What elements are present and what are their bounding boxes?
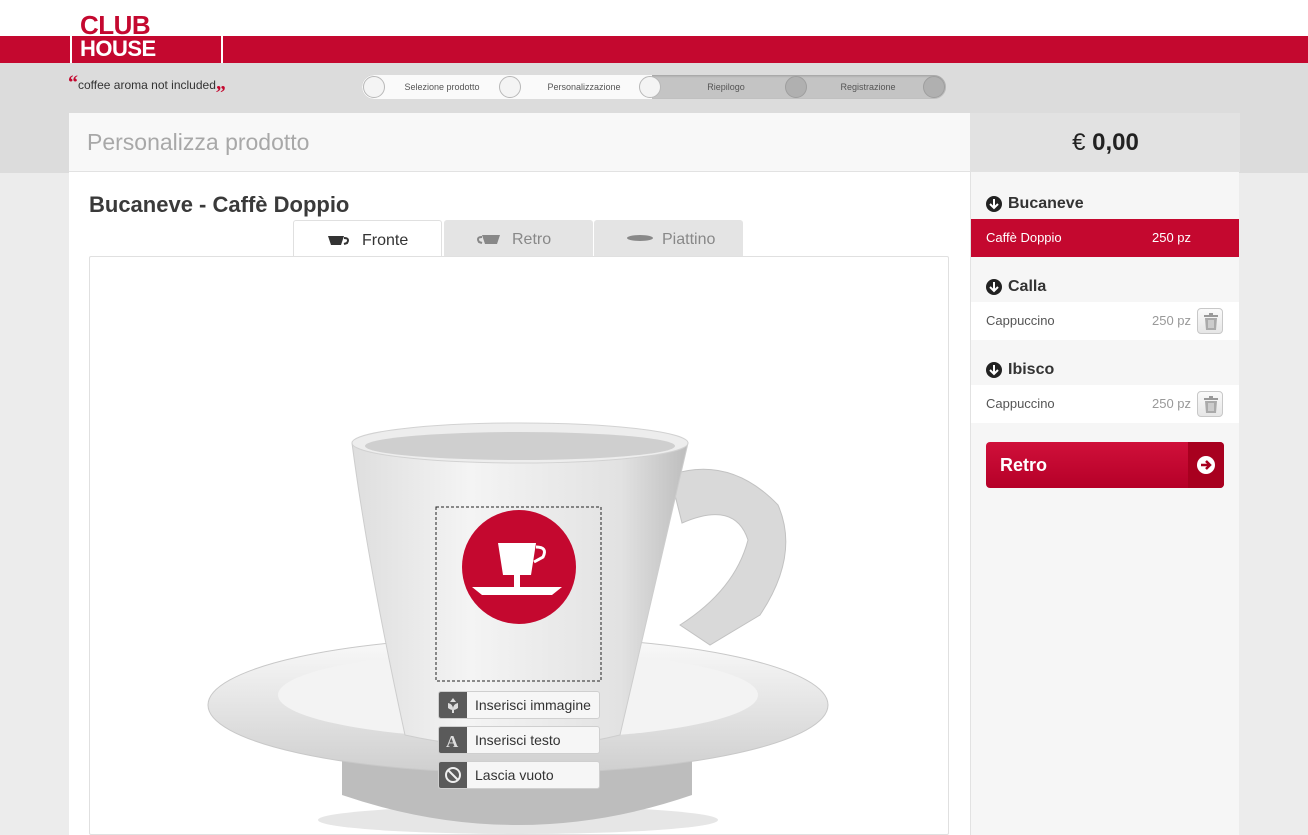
saucer-icon	[627, 235, 653, 241]
step-riepilogo: Riepilogo	[707, 82, 745, 92]
group-name: Bucaneve	[1008, 195, 1084, 212]
step-dot	[499, 76, 521, 98]
group-name: Ibisco	[1008, 361, 1055, 378]
insert-image-label: Inserisci immagine	[475, 697, 591, 713]
group-name: Calla	[1008, 278, 1047, 295]
panel-header: Personalizza prodotto	[69, 113, 970, 172]
cup-back-icon	[477, 235, 500, 244]
leave-empty-button[interactable]: Lascia vuoto	[438, 761, 600, 789]
arrow-down-icon	[986, 362, 1002, 378]
step-dot	[363, 76, 385, 98]
tab-piattino[interactable]: Piattino	[594, 220, 743, 257]
item-name: Caffè Doppio	[986, 230, 1062, 245]
leave-empty-label: Lascia vuoto	[475, 767, 554, 783]
cart-item[interactable]: Cappuccino 250 pz	[971, 302, 1239, 340]
tab-retro[interactable]: Retro	[444, 220, 593, 257]
ban-icon	[439, 762, 467, 788]
arrow-down-icon	[986, 279, 1002, 295]
logo-line1: CLUB	[80, 10, 151, 40]
trash-icon	[1204, 313, 1218, 330]
delete-button[interactable]	[1197, 308, 1223, 334]
item-qty: 250 pz	[1152, 230, 1192, 245]
cart-item[interactable]: Cappuccino 250 pz	[971, 385, 1239, 423]
tab-fronte[interactable]: Fronte	[293, 220, 442, 257]
step-selezione[interactable]: Selezione prodotto	[371, 75, 513, 99]
product-title: Bucaneve - Caffè Doppio	[89, 192, 350, 217]
image-icon	[439, 692, 467, 718]
retro-label: Retro	[1000, 455, 1048, 475]
cup-front-icon	[328, 236, 349, 245]
panel-title: Personalizza prodotto	[87, 129, 310, 155]
step-dot	[785, 76, 807, 98]
progress-steps: Selezione prodotto Personalizzazione Rie…	[362, 75, 946, 99]
logo-line2: HOUSE	[80, 36, 156, 61]
step-dot	[923, 76, 945, 98]
step-personalizzazione[interactable]: Personalizzazione	[513, 75, 655, 99]
svg-text:A: A	[446, 732, 459, 749]
cart-item-selected[interactable]: Caffè Doppio 250 pz	[971, 219, 1239, 257]
retro-button[interactable]: Retro	[986, 442, 1224, 488]
insert-image-button[interactable]: Inserisci immagine	[438, 691, 600, 719]
text-icon: A	[439, 727, 467, 753]
tab-label: Retro	[512, 231, 552, 248]
price-currency: €	[1072, 129, 1086, 156]
trash-icon	[1204, 396, 1218, 413]
cart-group-ibisco[interactable]: Ibisco	[986, 361, 1054, 379]
open-quote-icon: “	[68, 72, 78, 94]
tab-label: Piattino	[662, 231, 716, 248]
arrow-down-icon	[986, 196, 1002, 212]
tab-label: Fronte	[362, 232, 409, 249]
tagline: “coffee aroma not included„	[68, 72, 226, 95]
item-name: Cappuccino	[986, 396, 1055, 411]
step-dot-current	[639, 76, 661, 98]
price-amount: 0,00	[1092, 129, 1139, 156]
insert-text-button[interactable]: A Inserisci testo	[438, 726, 600, 754]
insert-text-label: Inserisci testo	[475, 732, 561, 748]
price-total: € 0,00	[971, 113, 1240, 172]
cart-group-bucaneve[interactable]: Bucaneve	[986, 195, 1084, 213]
cart-group-calla[interactable]: Calla	[986, 278, 1046, 296]
step-registrazione: Registrazione	[840, 82, 896, 92]
item-qty: 250 pz	[1152, 313, 1192, 328]
logo[interactable]: CLUB HOUSE	[70, 12, 223, 63]
item-qty: 250 pz	[1152, 396, 1192, 411]
arrow-right-circle-icon	[1188, 442, 1224, 488]
item-name: Cappuccino	[986, 313, 1055, 328]
close-quote-icon: „	[215, 72, 226, 94]
tagline-text: coffee aroma not included	[78, 78, 216, 92]
delete-button[interactable]	[1197, 391, 1223, 417]
